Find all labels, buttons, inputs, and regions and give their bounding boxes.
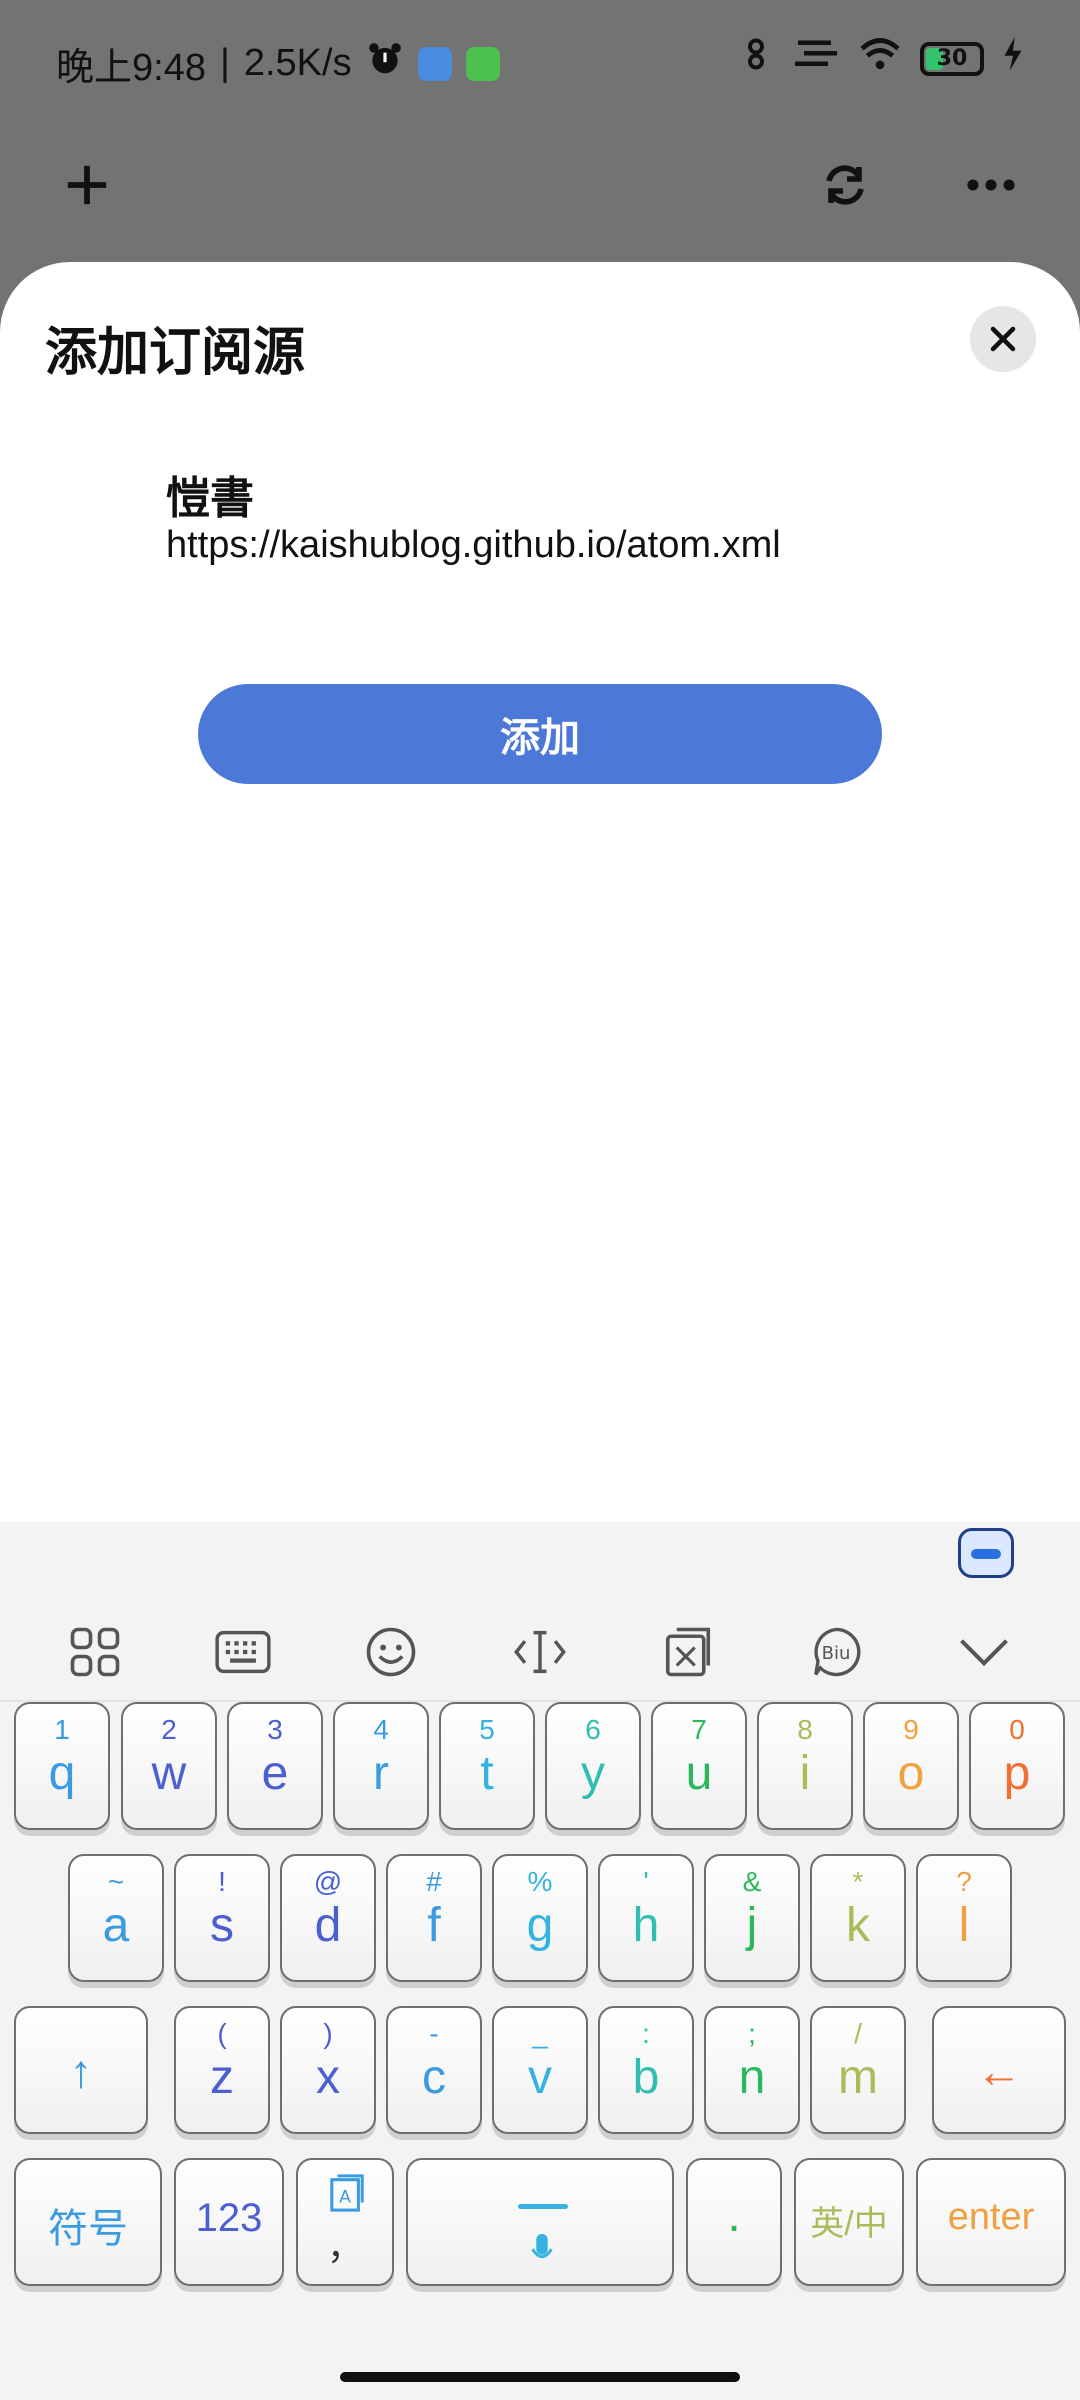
status-bar: 晚上9:48 | 2.5K/s 30 — [0, 0, 1080, 120]
key-i[interactable]: 8i — [757, 1702, 853, 1830]
keyboard-toolbar: Biu — [0, 1602, 1080, 1702]
status-divider: | — [219, 42, 230, 84]
key-q[interactable]: 1q — [14, 1702, 110, 1830]
biu-icon[interactable]: Biu — [796, 1612, 876, 1692]
emoji-icon[interactable] — [351, 1612, 431, 1692]
key-m[interactable]: / m — [810, 2006, 906, 2134]
key-k[interactable]: * k — [810, 1854, 906, 1982]
key-l[interactable]: ? l — [916, 1854, 1012, 1982]
key-w[interactable]: 2w — [121, 1702, 217, 1830]
key-a[interactable]: ~ a — [68, 1854, 164, 1982]
key-u[interactable]: 7u — [651, 1702, 747, 1830]
wifi-icon — [858, 36, 902, 81]
battery-indicator: 30 — [920, 41, 984, 76]
key-p[interactable]: 0p — [969, 1702, 1065, 1830]
cursor-edit-icon[interactable] — [500, 1612, 580, 1692]
more-icon[interactable] — [956, 150, 1026, 220]
space-key[interactable] — [406, 2158, 674, 2286]
app-notification-icon — [417, 46, 452, 81]
handwriting-icon: A — [330, 2174, 364, 2212]
key-x[interactable]: ) x — [280, 2006, 376, 2134]
add-icon[interactable] — [52, 150, 122, 220]
nfc-icon — [738, 36, 774, 81]
close-icon — [990, 326, 1016, 352]
key-v[interactable]: _ v — [492, 2006, 588, 2134]
collapse-keyboard-icon[interactable] — [944, 1612, 1024, 1692]
status-right: 30 — [738, 36, 1024, 81]
svg-text:Biu: Biu — [822, 1643, 851, 1664]
language-switch-key[interactable]: 英/中 — [794, 2158, 904, 2286]
keyboard: Biu 1q 2w 3e 4r 5t 6y 7u 8i 9o 0p ~ a ! s … — [0, 1522, 1080, 2400]
key-t[interactable]: 5t — [439, 1702, 535, 1830]
key-f[interactable]: # f — [386, 1854, 482, 1982]
refresh-icon[interactable] — [810, 150, 880, 220]
svg-text:A: A — [339, 2188, 351, 2208]
status-left: 晚上9:48 | 2.5K/s — [56, 36, 500, 91]
sheet-title: 添加订阅源 — [45, 323, 306, 383]
alarm-icon — [366, 40, 404, 88]
ime-mascot-icon[interactable] — [958, 1528, 1014, 1578]
apps-grid-icon[interactable] — [55, 1612, 135, 1692]
keyboard-icon[interactable] — [203, 1612, 283, 1692]
status-speed: 2.5K/s — [243, 42, 352, 84]
clipboard-icon[interactable] — [648, 1612, 728, 1692]
feed-url: https://kaishublog.github.io/atom.xml — [166, 524, 781, 566]
key-n[interactable]: ; n — [704, 2006, 800, 2134]
key-o[interactable]: 9o — [863, 1702, 959, 1830]
shift-key[interactable]: ↑ — [14, 2006, 148, 2134]
key-s[interactable]: ! s — [174, 1854, 270, 1982]
enter-key[interactable]: enter — [916, 2158, 1066, 2286]
feed-name: 愷書 — [166, 473, 254, 524]
cat-app-icon — [465, 46, 500, 81]
charging-icon — [1002, 37, 1024, 80]
key-e[interactable]: 3e — [227, 1702, 323, 1830]
key-c[interactable]: -c — [386, 2006, 482, 2134]
key-y[interactable]: 6y — [545, 1702, 641, 1830]
numbers-key[interactable]: 123 — [174, 2158, 284, 2286]
microphone-icon[interactable] — [528, 2232, 556, 2270]
space-bar-line — [518, 2204, 568, 2209]
key-h[interactable]: ' h — [598, 1854, 694, 1982]
key-r[interactable]: 4r — [333, 1702, 429, 1830]
status-time: 晚上9:48 — [56, 47, 206, 89]
backspace-key[interactable]: ← — [932, 2006, 1066, 2134]
key-g[interactable]: % g — [492, 1854, 588, 1982]
symbols-key[interactable]: 符号 — [14, 2158, 162, 2286]
top-toolbar — [0, 130, 1080, 240]
key-j[interactable]: & j — [704, 1854, 800, 1982]
add-button[interactable]: 添加 — [198, 684, 882, 784]
period-key[interactable]: . — [686, 2158, 782, 2286]
home-indicator[interactable] — [340, 2372, 740, 2382]
keyboard-top-bar — [0, 1522, 1080, 1592]
key-z[interactable]: (z — [174, 2006, 270, 2134]
key-d[interactable]: @ d — [280, 1854, 376, 1982]
close-button[interactable] — [970, 306, 1036, 372]
signal-icon — [792, 36, 840, 81]
comma-key[interactable]: A ， — [296, 2158, 394, 2286]
key-b[interactable]: :b — [598, 2006, 694, 2134]
